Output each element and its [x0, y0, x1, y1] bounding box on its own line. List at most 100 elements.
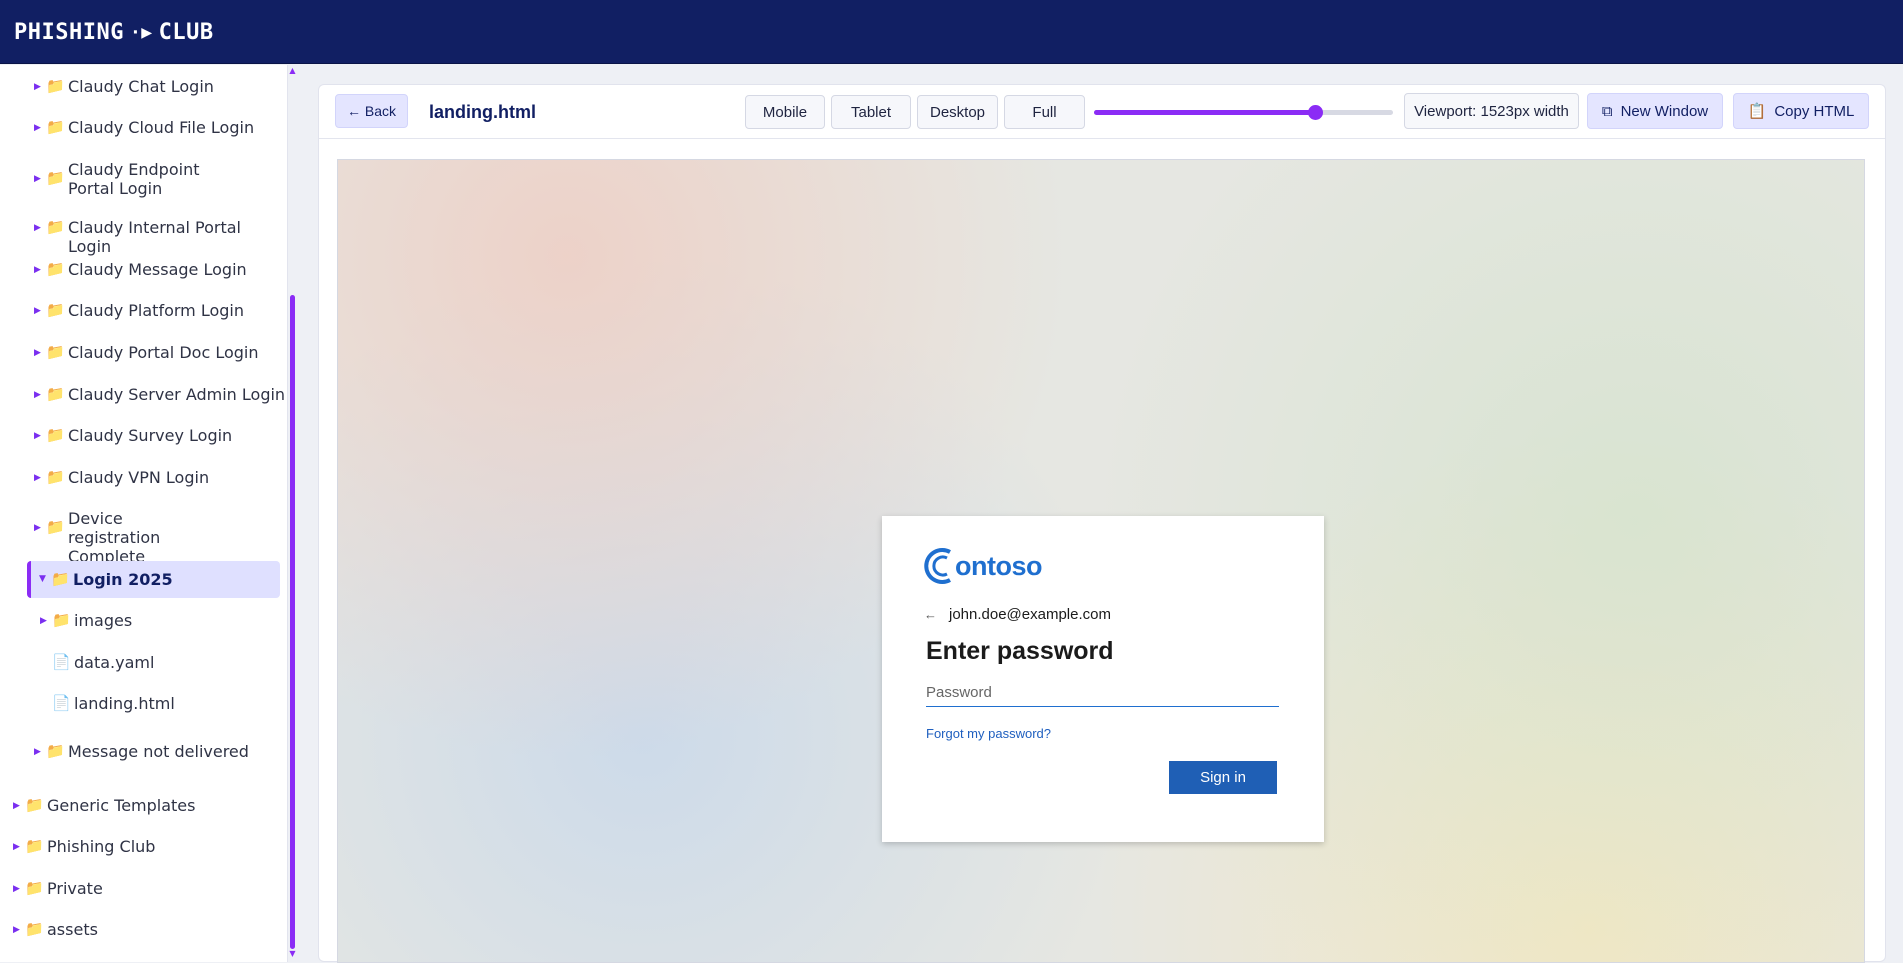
tree-item-claudy-endpoint-portal-login[interactable]: ▶ 📁 Claudy Endpoint Portal Login [34, 160, 254, 198]
sign-in-button[interactable]: Sign in [1169, 761, 1277, 794]
tree-item-claudy-cloud-file-login[interactable]: ▶ 📁 Claudy Cloud File Login [34, 118, 254, 137]
logo-arrow-icon: ·▶ [129, 21, 153, 43]
folder-icon: 📁 [46, 426, 65, 444]
tree-item-claudy-survey-login[interactable]: ▶ 📁 Claudy Survey Login [34, 426, 232, 445]
folder-icon: 📁 [46, 118, 65, 136]
tree-item-claudy-internal-portal-login[interactable]: ▶ 📁 Claudy Internal Portal Login [34, 218, 287, 256]
tree-item-label: landing.html [74, 694, 175, 713]
tablet-view-button[interactable]: Tablet [831, 95, 911, 129]
folder-icon: 📁 [46, 77, 65, 95]
folder-icon: 📁 [46, 343, 65, 361]
expand-caret-icon[interactable]: ▶ [34, 223, 46, 233]
enter-password-heading: Enter password [926, 637, 1114, 665]
tree-item-label: data.yaml [74, 653, 155, 672]
new-window-label: New Window [1620, 102, 1709, 120]
tree-item-label: Claudy Portal Doc Login [68, 343, 259, 362]
expand-caret-icon[interactable]: ▶ [34, 473, 46, 483]
folder-icon: 📁 [25, 920, 44, 938]
logo-text-right: CLUB [158, 19, 214, 45]
contoso-logo-text: ontoso [955, 550, 1042, 581]
tree-item-label: Message not delivered [68, 742, 249, 761]
folder-icon: 📁 [25, 879, 44, 897]
page-preview-frame: ontoso ← john.doe@example.com Enter pass… [337, 159, 1865, 963]
back-button[interactable]: ← Back [335, 94, 408, 128]
app-logo[interactable]: PHISHING ·▶ CLUB [14, 18, 214, 46]
tree-item-landing-html[interactable]: 📄 landing.html [52, 694, 175, 713]
tree-item-message-not-delivered[interactable]: ▶ 📁 Message not delivered [34, 742, 249, 761]
expand-caret-icon[interactable]: ▶ [34, 523, 46, 533]
tree-item-claudy-platform-login[interactable]: ▶ 📁 Claudy Platform Login [34, 301, 244, 320]
preview-toolbar: ← Back landing.html Mobile Tablet Deskto… [319, 85, 1885, 139]
tree-item-label: Claudy Survey Login [68, 426, 233, 445]
tree-item-images[interactable]: ▶ 📁 images [40, 611, 132, 630]
tree-item-label: Claudy Server Admin Login [68, 385, 286, 404]
tree-item-label: Phishing Club [47, 837, 156, 856]
logo-text-left: PHISHING [14, 19, 124, 45]
clipboard-icon: 📋 [1747, 103, 1767, 120]
expand-caret-icon[interactable]: ▶ [34, 390, 46, 400]
expand-caret-icon[interactable]: ▶ [40, 616, 52, 626]
tree-item-label: Claudy Message Login [68, 260, 247, 279]
scroll-down-arrow-icon[interactable]: ▼ [289, 950, 296, 958]
top-header: PHISHING ·▶ CLUB [0, 0, 1903, 64]
copy-html-button[interactable]: 📋 Copy HTML [1733, 93, 1869, 129]
tree-item-label: Claudy Platform Login [68, 301, 244, 320]
viewport-width-slider[interactable] [1094, 105, 1393, 120]
folder-icon: 📁 [25, 837, 44, 855]
desktop-view-button[interactable]: Desktop [917, 95, 998, 129]
tree-item-label: assets [47, 920, 98, 939]
tree-item-login-2025[interactable]: ▼ 📁 Login 2025 [27, 561, 280, 598]
tree-item-data-yaml[interactable]: 📄 data.yaml [52, 653, 154, 672]
folder-icon: 📁 [46, 518, 65, 536]
expand-caret-icon[interactable]: ▶ [34, 306, 46, 316]
tree-item-claudy-message-login[interactable]: ▶ 📁 Claudy Message Login [34, 260, 247, 279]
tree-item-claudy-chat-login[interactable]: ▶ 📁 Claudy Chat Login [34, 77, 214, 96]
expand-caret-icon[interactable]: ▶ [34, 174, 46, 184]
folder-icon: 📁 [52, 611, 71, 629]
folder-icon: 📁 [46, 385, 65, 403]
expand-caret-icon[interactable]: ▶ [13, 801, 25, 811]
expand-caret-icon[interactable]: ▶ [34, 123, 46, 133]
tree-item-generic-templates[interactable]: ▶ 📁 Generic Templates [13, 796, 195, 815]
expand-caret-icon[interactable]: ▶ [34, 348, 46, 358]
tree-item-phishing-club[interactable]: ▶ 📁 Phishing Club [13, 837, 155, 856]
collapse-caret-icon[interactable]: ▼ [39, 574, 51, 584]
login-card: ontoso ← john.doe@example.com Enter pass… [882, 516, 1324, 842]
expand-caret-icon[interactable]: ▶ [34, 265, 46, 275]
password-input[interactable] [926, 678, 1279, 707]
tree-item-label: Private [47, 879, 103, 898]
expand-caret-icon[interactable]: ▶ [34, 82, 46, 92]
folder-icon: 📁 [46, 301, 65, 319]
tree-item-device-registration-complete[interactable]: ▶ 📁 Device registration Complete [34, 509, 254, 566]
expand-caret-icon[interactable]: ▶ [13, 925, 25, 935]
folder-icon: 📁 [46, 218, 65, 236]
tree-item-claudy-portal-doc-login[interactable]: ▶ 📁 Claudy Portal Doc Login [34, 343, 258, 362]
tree-item-claudy-vpn-login[interactable]: ▶ 📁 Claudy VPN Login [34, 468, 209, 487]
slider-thumb[interactable] [1308, 105, 1324, 120]
tree-item-claudy-server-admin-login[interactable]: ▶ 📁 Claudy Server Admin Login [34, 385, 285, 404]
file-icon: 📄 [52, 694, 71, 712]
back-arrow-icon[interactable]: ← [924, 607, 937, 622]
scroll-up-arrow-icon[interactable]: ▲ [289, 67, 296, 75]
expand-caret-icon[interactable]: ▶ [13, 884, 25, 894]
file-name-title: landing.html [429, 102, 536, 122]
tree-item-label: Claudy Endpoint Portal Login [68, 160, 200, 198]
mobile-view-button[interactable]: Mobile [745, 95, 825, 129]
forgot-password-link[interactable]: Forgot my password? [926, 726, 1051, 741]
contoso-logo: ontoso [920, 546, 1042, 586]
sidebar-scrollbar-thumb[interactable] [290, 295, 295, 949]
tree-item-assets[interactable]: ▶ 📁 assets [13, 920, 98, 939]
expand-caret-icon[interactable]: ▶ [34, 747, 46, 757]
expand-caret-icon[interactable]: ▶ [34, 431, 46, 441]
file-icon: 📄 [52, 653, 71, 671]
expand-caret-icon[interactable]: ▶ [13, 842, 25, 852]
tree-item-label: Device registration Complete [68, 509, 161, 566]
tree-item-private[interactable]: ▶ 📁 Private [13, 879, 103, 898]
folder-icon: 📁 [51, 570, 70, 588]
full-view-button[interactable]: Full [1004, 95, 1085, 129]
tree-item-label: Generic Templates [47, 796, 196, 815]
folder-icon: 📁 [46, 468, 65, 486]
slider-fill [1094, 110, 1316, 115]
new-window-button[interactable]: ⧉ New Window [1587, 93, 1723, 129]
tree-item-label: Login 2025 [73, 570, 173, 589]
